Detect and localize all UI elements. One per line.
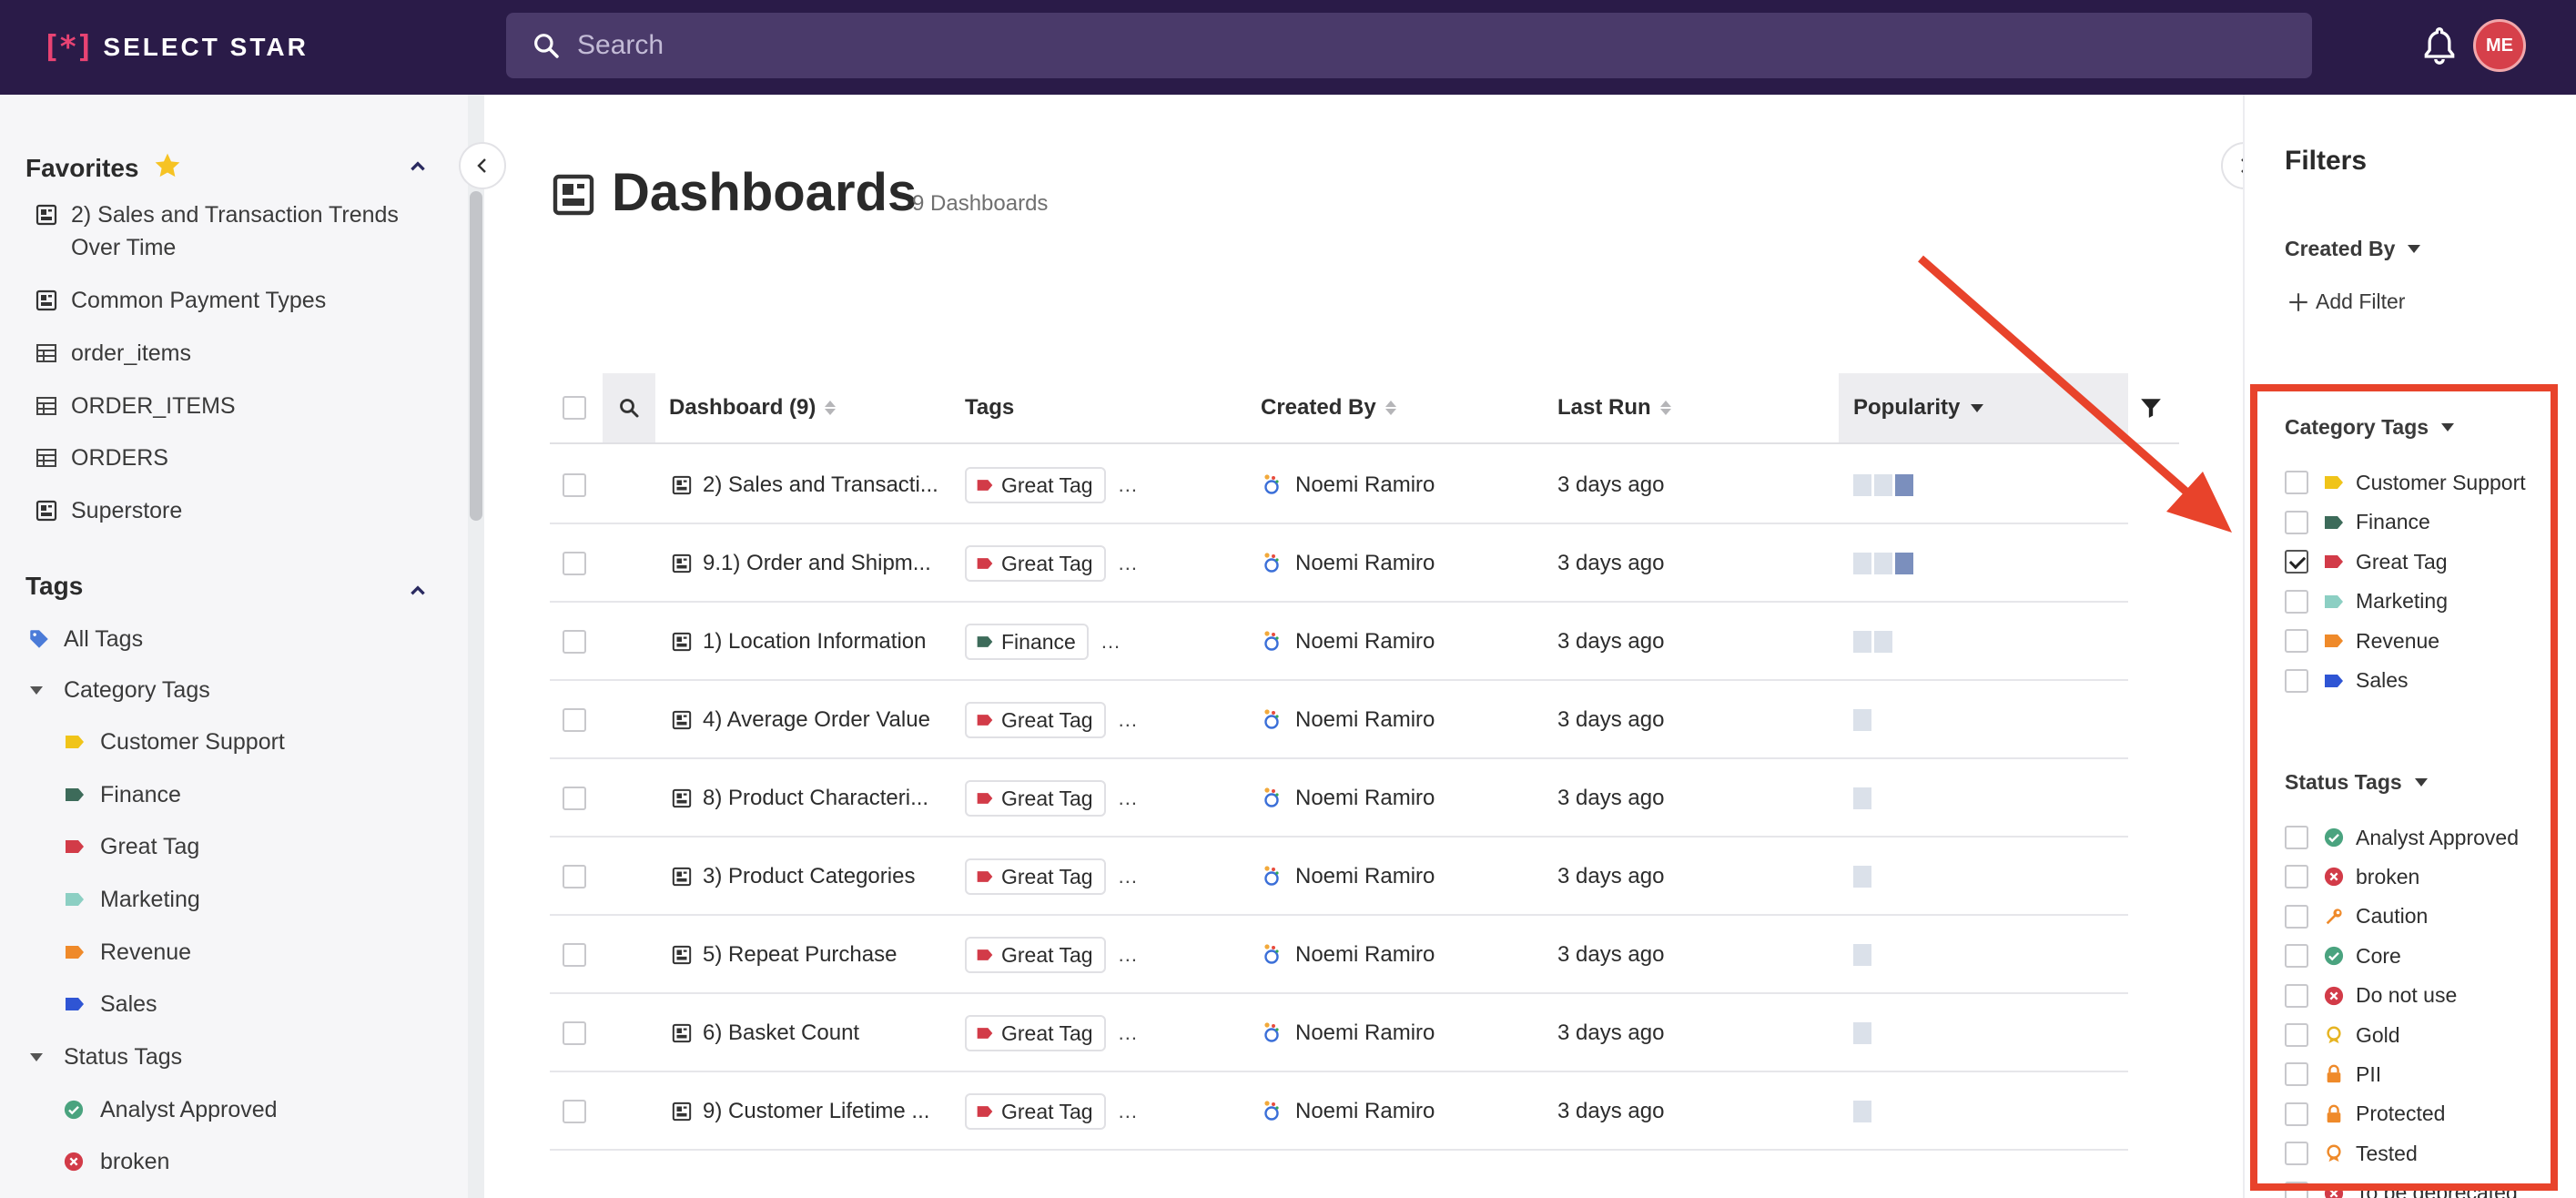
annotation-arrow — [1918, 255, 2232, 533]
annotation-highlight-box — [2250, 384, 2558, 1191]
